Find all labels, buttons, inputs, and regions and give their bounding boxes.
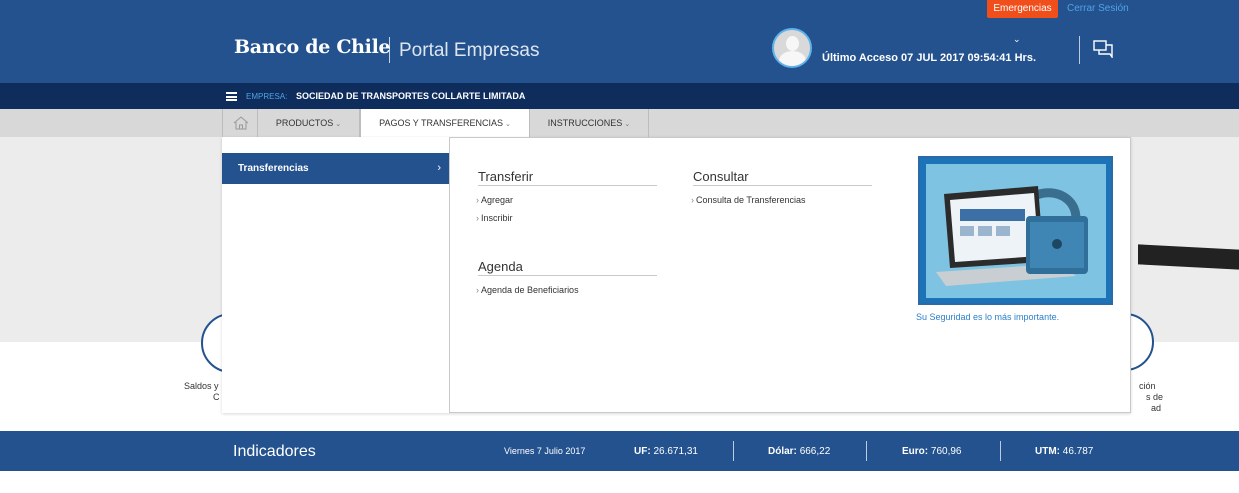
indicator-value: 46.787 [1062, 446, 1094, 457]
section-divider [478, 185, 657, 186]
last-access-text: Último Acceso 07 JUL 2017 09:54:41 Hrs. [822, 52, 1037, 64]
hamburger-menu-icon[interactable] [226, 92, 237, 101]
indicator-label: Euro: [902, 446, 929, 457]
link-consulta-transferencias[interactable]: › Consulta de Transferencias [691, 195, 806, 205]
indicators-date: Viernes 7 Julio 2017 [504, 446, 586, 456]
section-divider [693, 185, 872, 186]
indicator-uf: UF: 26.671,31 [634, 446, 698, 457]
avatar-body-shape [779, 51, 806, 66]
menu-item-transferencias[interactable]: Transferencias › [222, 153, 449, 184]
avatar-head-shape [786, 36, 799, 51]
indicator-value: 666,22 [799, 446, 831, 457]
home-icon [233, 116, 249, 130]
shortcut-label: ad [1151, 403, 1162, 413]
indicator-value: 760,96 [930, 446, 962, 457]
promo-caption-link[interactable]: Su Seguridad es lo más importante. [916, 312, 1059, 322]
shortcut-label: s de [1146, 392, 1164, 402]
indicator-divider [866, 441, 867, 461]
tab-label: INSTRUCCIONES [547, 118, 623, 128]
indicator-divider [1000, 441, 1001, 461]
bank-logo[interactable]: Banco de Chile [234, 36, 391, 58]
header-divider [1079, 36, 1080, 64]
menu-item-label: Transferencias [238, 163, 309, 174]
page: Emergencias Cerrar Sesión Banco de Chile… [0, 0, 1239, 493]
indicator-label: UF: [634, 446, 651, 457]
tab-label: PRODUCTOS [275, 118, 334, 128]
empresa-name[interactable]: SOCIEDAD DE TRANSPORTES COLLARTE LIMITAD… [296, 91, 525, 101]
indicator-euro: Euro: 760,96 [902, 446, 961, 457]
portal-title: Portal Empresas [399, 40, 540, 61]
indicator-dolar: Dólar: 666,22 [768, 446, 830, 457]
tab-pagos-transferencias[interactable]: PAGOS Y TRANSFERENCIAS ⌄ [360, 109, 530, 138]
security-promo-image[interactable] [918, 156, 1113, 305]
chevron-down-icon: ⌄ [505, 121, 511, 128]
link-label: Agregar [481, 195, 514, 205]
link-label: Agenda de Beneficiarios [481, 285, 579, 295]
indicator-divider [733, 441, 734, 461]
emergencias-button[interactable]: Emergencias [987, 0, 1058, 18]
shortcut-label: ción [1139, 381, 1156, 391]
tab-productos[interactable]: PRODUCTOS ⌄ [258, 109, 360, 137]
link-label: Inscribir [481, 213, 513, 223]
link-agregar[interactable]: › Agregar [476, 195, 513, 205]
tab-label: PAGOS Y TRANSFERENCIAS [379, 118, 503, 128]
shortcut-label: C [213, 392, 220, 402]
chat-icon[interactable] [1093, 40, 1113, 58]
chevron-right-icon: › [437, 162, 441, 174]
home-tab[interactable] [222, 109, 258, 137]
user-avatar[interactable] [772, 28, 812, 68]
indicators-title: Indicadores [233, 443, 316, 460]
logout-link[interactable]: Cerrar Sesión [1067, 3, 1129, 14]
link-inscribir[interactable]: › Inscribir [476, 213, 513, 223]
indicator-value: 26.671,31 [653, 446, 698, 457]
indicator-utm: UTM: 46.787 [1035, 446, 1093, 457]
section-divider [478, 275, 657, 276]
section-title-transferir: Transferir [478, 169, 534, 184]
brand-divider [389, 37, 390, 63]
chevron-down-icon: ⌄ [335, 121, 342, 128]
indicator-label: Dólar: [768, 446, 797, 457]
tab-instrucciones[interactable]: INSTRUCCIONES ⌄ [530, 109, 649, 137]
empresa-bar [0, 83, 1239, 109]
empresa-label: EMPRESA: [246, 92, 288, 101]
indicator-label: UTM: [1035, 446, 1060, 457]
chevron-down-icon[interactable]: ⌄ [1013, 34, 1021, 45]
chevron-down-icon: ⌄ [624, 121, 631, 128]
section-title-agenda: Agenda [478, 259, 523, 274]
link-label: Consulta de Transferencias [696, 195, 806, 205]
link-agenda-beneficiarios[interactable]: › Agenda de Beneficiarios [476, 285, 579, 295]
shortcut-label: Saldos y [184, 381, 219, 391]
section-title-consultar: Consultar [693, 169, 749, 184]
laptop-padlock-icon [936, 186, 1088, 286]
